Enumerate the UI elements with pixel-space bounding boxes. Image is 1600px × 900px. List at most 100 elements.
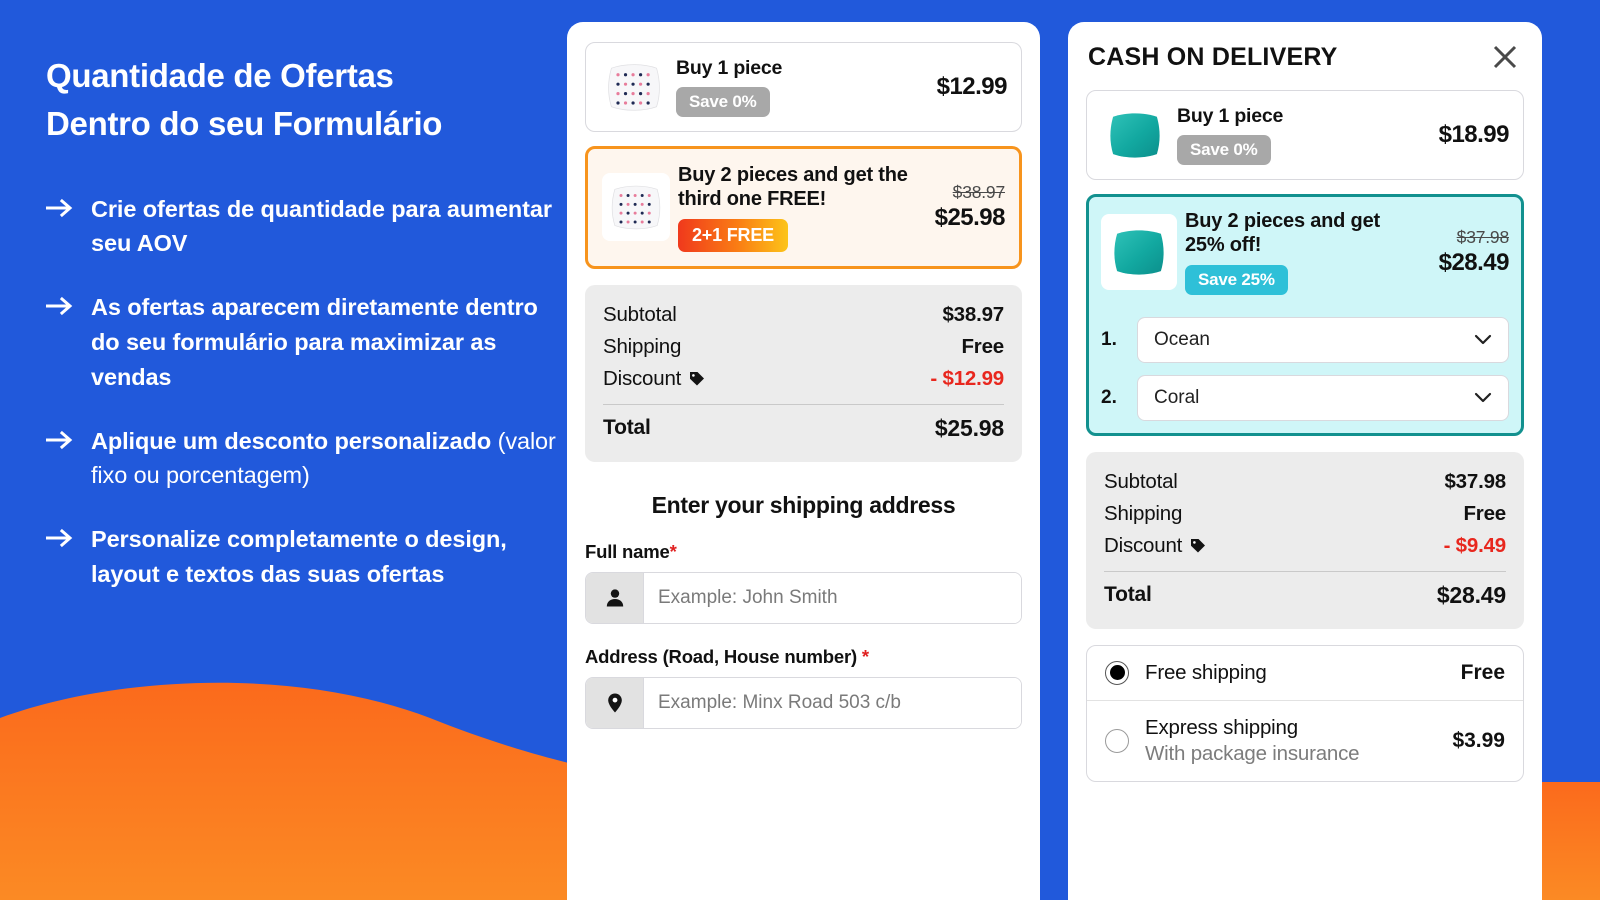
offer-original-price: $37.98 — [1456, 226, 1510, 247]
divider — [1104, 570, 1506, 572]
panel-header: CASH ON DELIVERY — [1086, 40, 1524, 74]
price-tag-icon — [690, 371, 705, 386]
feature-bullet-list: Crie ofertas de quantidade para aumentar… — [46, 192, 566, 592]
shipping-option-subtext: With package insurance — [1145, 741, 1360, 765]
product-thumbnail-teal-pillow — [1101, 213, 1177, 290]
list-item-label: Crie ofertas de quantidade para aumentar… — [91, 192, 566, 262]
address-label: Address (Road, House number) * — [585, 646, 1022, 668]
summary-label: Subtotal — [1104, 469, 1178, 493]
variant-row-2: 2. Coral — [1101, 374, 1509, 421]
offer-option-buy-2-get-25-off-selected[interactable]: Buy 2 pieces and get 25% off! Save 25% $… — [1086, 194, 1524, 436]
arrow-right-icon — [46, 528, 73, 548]
checkout-form-preview-panel: Buy 1 piece Save 0% $12.99 Buy 2 pieces … — [567, 22, 1040, 900]
variant-selector-list: 1. Ocean 2. Coral — [1101, 316, 1509, 421]
summary-value: $28.49 — [1436, 581, 1506, 608]
radio-button[interactable] — [1105, 728, 1129, 753]
summary-row-total: Total $25.98 — [603, 411, 1004, 446]
list-item: Personalize completamente o design, layo… — [46, 522, 566, 592]
summary-row-discount: Discount - $9.49 — [1104, 530, 1506, 562]
summary-row-shipping: Shipping Free — [1104, 498, 1506, 530]
offer-details: Buy 1 piece Save 0% — [676, 57, 923, 118]
offer-details: Buy 1 piece Save 0% — [1177, 105, 1425, 166]
summary-label: Discount — [1104, 533, 1183, 557]
list-item-label: Personalize completamente o design, layo… — [91, 522, 566, 592]
shipping-option-free[interactable]: Free shipping Free — [1087, 646, 1523, 700]
offer-price: $18.99 — [1438, 121, 1510, 148]
variant-index: 2. — [1101, 386, 1117, 408]
shipping-option-text: Free shipping — [1145, 661, 1445, 685]
summary-row-subtotal: Subtotal $38.97 — [603, 299, 1004, 331]
offer-title: Buy 2 pieces and get 25% off! — [1185, 210, 1380, 257]
offer-details: Buy 2 pieces and get 25% off! Save 25% — [1185, 209, 1425, 295]
summary-value: - $9.49 — [1443, 533, 1507, 557]
headline-line-1: Quantidade de Ofertas — [46, 57, 394, 94]
shipping-option-name: Express shipping — [1145, 715, 1298, 739]
chevron-down-icon — [1474, 392, 1492, 402]
shipping-option-express[interactable]: Express shipping With package insurance … — [1087, 699, 1523, 781]
offer-title: Buy 1 piece — [1177, 104, 1284, 127]
variant-select-1[interactable]: Ocean — [1137, 316, 1509, 363]
headline-line-2: Dentro do seu Formulário — [46, 104, 443, 142]
offer-original-price: $38.97 — [952, 182, 1006, 203]
offer-price-block: $37.98 $28.49 — [1433, 226, 1510, 277]
promo-screenshot: Quantidade de Ofertas Dentro do seu Form… — [0, 0, 1600, 900]
offer-price: $12.99 — [936, 73, 1008, 100]
address-input-group[interactable] — [585, 676, 1022, 729]
variant-row-1: 1. Ocean — [1101, 316, 1509, 363]
price-tag-icon — [1191, 538, 1206, 553]
offer-option-buy-2-get-1-free-selected[interactable]: Buy 2 pieces and get the third one FREE!… — [585, 146, 1022, 269]
summary-label: Subtotal — [603, 302, 677, 326]
offer-savings-badge: Save 0% — [1177, 135, 1271, 166]
summary-label: Shipping — [1104, 501, 1183, 525]
shipping-option-price: Free — [1460, 660, 1505, 684]
offer-price: $25.98 — [934, 204, 1006, 232]
variant-select-2[interactable]: Coral — [1137, 374, 1509, 421]
summary-label-wrap: Discount — [1104, 534, 1207, 558]
chevron-down-icon — [1474, 334, 1492, 344]
variant-select-value: Ocean — [1154, 328, 1210, 350]
fullname-input[interactable] — [644, 572, 1021, 623]
order-summary: Subtotal $38.97 Shipping Free Discount -… — [585, 284, 1022, 462]
variant-index: 1. — [1101, 328, 1117, 350]
product-thumbnail-teal-pillow — [1101, 101, 1169, 169]
arrow-right-icon — [46, 297, 73, 316]
offer-price-block: $18.99 — [1433, 121, 1510, 149]
summary-row-discount: Discount - $12.99 — [603, 363, 1004, 395]
product-thumbnail-dotted-pillow — [600, 53, 668, 121]
summary-row-total: Total $28.49 — [1104, 578, 1506, 613]
person-icon — [586, 572, 644, 623]
close-button[interactable] — [1488, 40, 1522, 74]
radio-button-selected[interactable] — [1105, 660, 1129, 685]
summary-label: Total — [603, 416, 651, 440]
offer-price-block: $38.97 $25.98 — [929, 182, 1006, 232]
offer-price-block: $12.99 — [931, 73, 1008, 101]
offer-option-buy-1[interactable]: Buy 1 piece Save 0% $18.99 — [1086, 90, 1524, 180]
shipping-option-name: Free shipping — [1145, 660, 1267, 684]
summary-value: Free — [961, 334, 1004, 358]
bullet-bold-4: Personalize completamente o design, layo… — [91, 526, 507, 587]
list-item-label: As ofertas aparecem diretamente dentro d… — [91, 290, 566, 394]
summary-row-subtotal: Subtotal $37.98 — [1104, 466, 1506, 498]
summary-label: Shipping — [603, 334, 682, 358]
offer-option-buy-1[interactable]: Buy 1 piece Save 0% $12.99 — [585, 42, 1022, 132]
fullname-label: Full name* — [585, 541, 1022, 563]
summary-label: Total — [1104, 583, 1152, 607]
list-item: Aplique um desconto personalizado (valor… — [46, 424, 566, 494]
summary-label: Discount — [603, 366, 682, 390]
divider — [603, 403, 1004, 405]
offer-title: Buy 1 piece — [676, 56, 783, 79]
offer-main-row: Buy 2 pieces and get 25% off! Save 25% $… — [1101, 209, 1510, 295]
fullname-input-group[interactable] — [585, 571, 1022, 624]
list-item: As ofertas aparecem diretamente dentro d… — [46, 290, 566, 394]
list-item-label: Aplique um desconto personalizado (valor… — [91, 424, 566, 494]
address-input[interactable] — [644, 677, 1021, 728]
summary-value: $38.97 — [942, 302, 1004, 326]
shipping-option-text: Express shipping With package insurance — [1145, 716, 1436, 766]
shipping-address-heading: Enter your shipping address — [651, 491, 956, 518]
bullet-bold-2: As ofertas aparecem diretamente dentro d… — [91, 294, 538, 390]
offer-details: Buy 2 pieces and get the third one FREE!… — [678, 163, 921, 252]
cash-on-delivery-panel: CASH ON DELIVERY Buy 1 piece Save 0% $18… — [1068, 22, 1542, 900]
required-marker: * — [861, 645, 869, 667]
summary-value: Free — [1463, 501, 1506, 525]
product-thumbnail-dotted-pillow — [602, 173, 670, 242]
